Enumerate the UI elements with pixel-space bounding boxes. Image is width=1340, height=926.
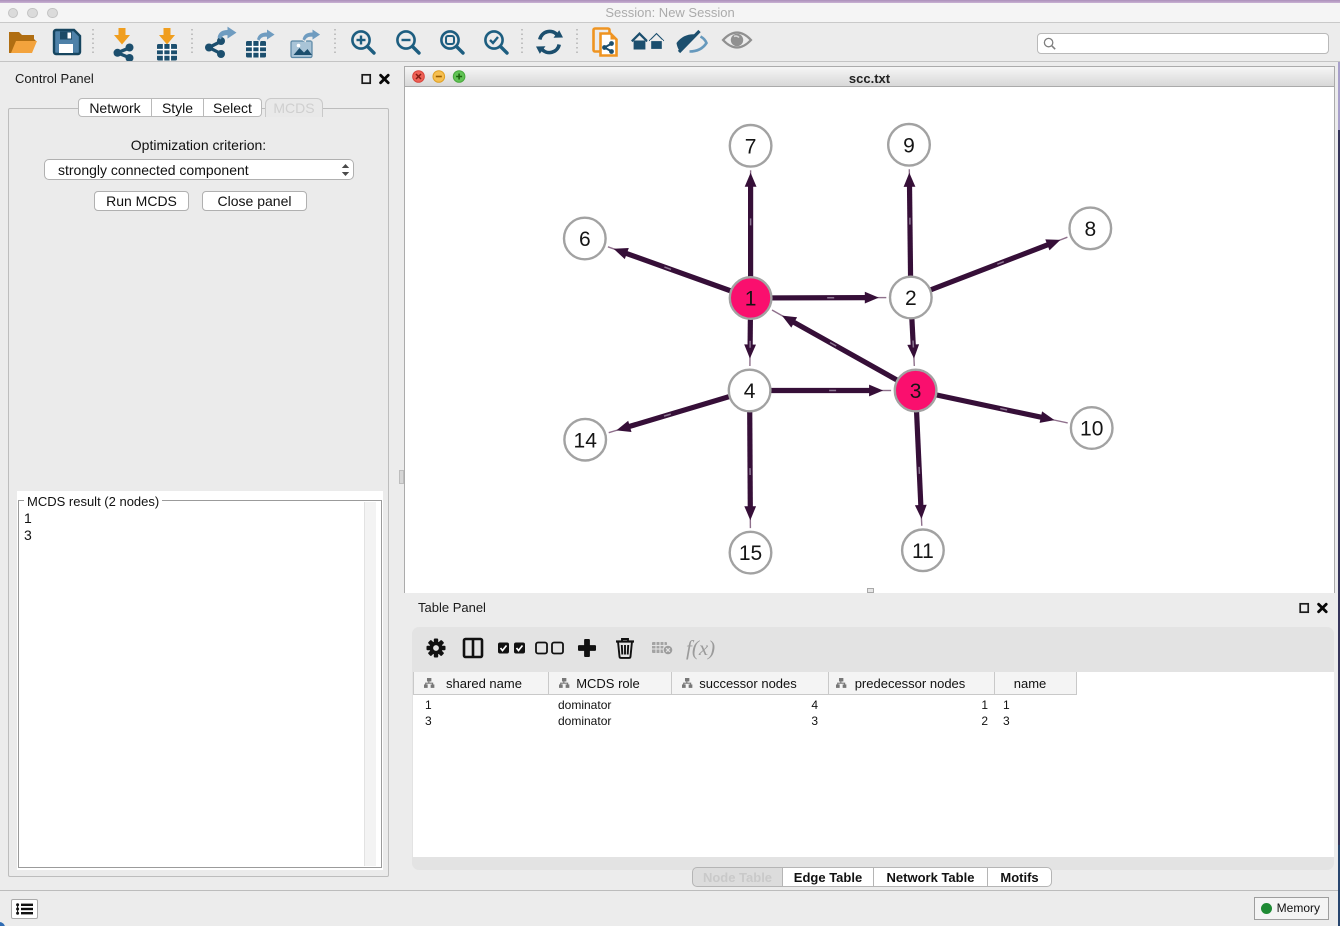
svg-text:1: 1 — [745, 288, 757, 311]
svg-text:7: 7 — [745, 135, 757, 158]
svg-text:name: name — [1014, 676, 1047, 691]
svg-text:successor nodes: successor nodes — [699, 676, 797, 691]
svg-text:4: 4 — [744, 380, 756, 403]
svg-text:predecessor nodes: predecessor nodes — [855, 676, 966, 691]
svg-text:3: 3 — [910, 380, 922, 403]
svg-text:shared name: shared name — [446, 676, 522, 691]
svg-text:14: 14 — [574, 429, 598, 452]
svg-text:f(x): f(x) — [686, 636, 715, 660]
svg-text:2: 2 — [905, 287, 917, 310]
svg-text:10: 10 — [1080, 418, 1103, 441]
svg-text:9: 9 — [903, 134, 915, 157]
svg-text:6: 6 — [579, 228, 591, 251]
svg-text:MCDS role: MCDS role — [576, 676, 640, 691]
svg-text:8: 8 — [1084, 218, 1096, 241]
svg-text:15: 15 — [739, 542, 762, 565]
svg-text:11: 11 — [912, 540, 934, 563]
